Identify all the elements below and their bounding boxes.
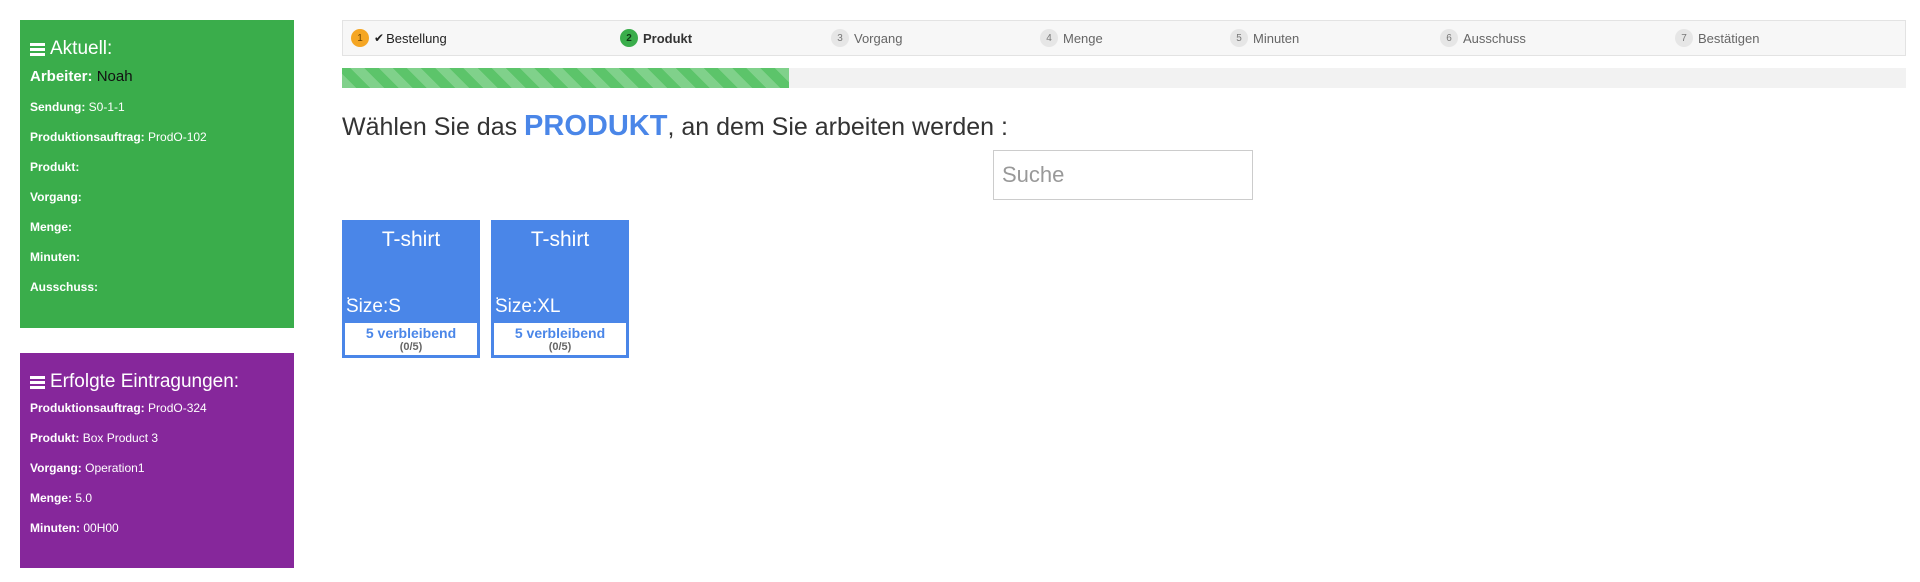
row-label: Minuten: bbox=[30, 521, 80, 535]
current-row-menge: Menge: bbox=[30, 220, 284, 234]
remaining-box: 5 verbleibend (0/5) bbox=[494, 323, 626, 355]
row-value: ProdO-102 bbox=[148, 130, 207, 144]
done-row-minuten: Minuten: 00H00 bbox=[30, 521, 284, 535]
current-row-vorgang: Vorgang: bbox=[30, 190, 284, 204]
heading-text-after: , an dem Sie arbeiten werden : bbox=[667, 113, 1008, 141]
heading-emphasis: PRODUKT bbox=[524, 110, 668, 142]
product-card-tshirt-s[interactable]: T-shirt . Size:S 5 verbleibend (0/5) bbox=[342, 220, 480, 358]
step-label: Ausschuss bbox=[1463, 30, 1526, 46]
row-label: Produkt: bbox=[30, 160, 80, 174]
step-label: Vorgang bbox=[854, 30, 903, 46]
current-row-produkt: Produkt: bbox=[30, 160, 284, 174]
step-bestellung[interactable]: 1 ✔ Bestellung bbox=[351, 29, 447, 47]
row-label: Minuten: bbox=[30, 250, 80, 264]
product-card-tshirt-xl[interactable]: T-shirt . Size:XL 5 verbleibend (0/5) bbox=[491, 220, 629, 358]
done-title-text: Erfolgte Eintragungen: bbox=[50, 371, 240, 392]
page-heading: Wählen Sie das PRODUKT, an dem Sie arbei… bbox=[342, 110, 1008, 143]
check-icon: ✔ bbox=[374, 31, 385, 45]
progress-bar-fill bbox=[342, 68, 790, 88]
product-name: T-shirt bbox=[381, 228, 441, 251]
row-label: Produkt: bbox=[30, 431, 80, 445]
step-number-badge: 3 bbox=[831, 29, 849, 47]
step-number-badge: 1 bbox=[351, 29, 369, 47]
menu-icon bbox=[30, 375, 45, 389]
step-number-badge: 6 bbox=[1440, 29, 1458, 47]
step-minuten[interactable]: 5 Minuten bbox=[1230, 29, 1299, 47]
row-value: S0-1-1 bbox=[88, 100, 125, 114]
step-produkt[interactable]: 2 Produkt bbox=[620, 29, 692, 47]
done-row-menge: Menge: 5.0 bbox=[30, 491, 284, 505]
current-panel-title: Aktuell: bbox=[30, 38, 284, 60]
remaining-count: 5 verbleibend bbox=[365, 325, 457, 341]
remaining-box: 5 verbleibend (0/5) bbox=[345, 323, 477, 355]
worker-line: Arbeiter: Noah bbox=[30, 68, 284, 86]
row-label: Produktionsauftrag: bbox=[30, 130, 145, 144]
current-row-ausschuss: Ausschuss: bbox=[30, 280, 284, 294]
row-value: 5.0 bbox=[75, 491, 93, 505]
step-number-badge: 2 bbox=[620, 29, 638, 47]
row-label: Sendung: bbox=[30, 100, 86, 114]
wizard-stepper: 1 ✔ Bestellung 2 Produkt 3 Vorgang 4 Men… bbox=[342, 20, 1906, 56]
remaining-count: 5 verbleibend bbox=[514, 325, 606, 341]
current-row-produktionsauftrag: Produktionsauftrag: ProdO-102 bbox=[30, 130, 284, 144]
current-panel: Aktuell: Arbeiter: Noah Sendung: S0-1-1 … bbox=[20, 20, 294, 328]
row-label: Menge: bbox=[30, 220, 72, 234]
remaining-ratio: (0/5) bbox=[548, 341, 572, 353]
row-value: Box Product 3 bbox=[82, 431, 159, 445]
step-label: Menge bbox=[1063, 30, 1103, 46]
remaining-ratio: (0/5) bbox=[399, 341, 423, 353]
done-row-produkt: Produkt: Box Product 3 bbox=[30, 431, 284, 445]
row-label: Produktionsauftrag: bbox=[30, 401, 145, 415]
done-row-produktionsauftrag: Produktionsauftrag: ProdO-324 bbox=[30, 401, 284, 415]
progress-bar bbox=[342, 68, 1906, 88]
current-row-minuten: Minuten: bbox=[30, 250, 284, 264]
step-number-badge: 4 bbox=[1040, 29, 1058, 47]
step-vorgang[interactable]: 3 Vorgang bbox=[831, 29, 902, 47]
done-entries-panel: Erfolgte Eintragungen: Produktionsauftra… bbox=[20, 353, 294, 568]
row-label: Vorgang: bbox=[30, 461, 82, 475]
product-name: T-shirt bbox=[530, 228, 590, 251]
row-label: Ausschuss: bbox=[30, 280, 99, 294]
step-bestaetigen[interactable]: 7 Bestätigen bbox=[1675, 29, 1759, 47]
step-label: Bestellung bbox=[386, 30, 447, 46]
search-input[interactable] bbox=[993, 150, 1253, 200]
step-menge[interactable]: 4 Menge bbox=[1040, 29, 1103, 47]
menu-icon bbox=[30, 42, 45, 56]
row-label: Menge: bbox=[30, 491, 72, 505]
worker-label: Arbeiter: bbox=[30, 68, 93, 85]
product-variant: Size:S bbox=[346, 296, 401, 317]
done-panel-title: Erfolgte Eintragungen: bbox=[30, 371, 284, 393]
row-value: Operation1 bbox=[85, 461, 145, 475]
heading-text-before: Wählen Sie das bbox=[342, 113, 525, 141]
product-variant: Size:XL bbox=[495, 296, 561, 317]
step-label: Bestätigen bbox=[1698, 30, 1760, 46]
worker-value: Noah bbox=[96, 68, 133, 85]
row-label: Vorgang: bbox=[30, 190, 82, 204]
step-ausschuss[interactable]: 6 Ausschuss bbox=[1440, 29, 1526, 47]
step-number-badge: 5 bbox=[1230, 29, 1248, 47]
current-row-sendung: Sendung: S0-1-1 bbox=[30, 100, 284, 114]
step-label: Produkt bbox=[643, 30, 693, 46]
done-row-vorgang: Vorgang: Operation1 bbox=[30, 461, 284, 475]
row-value: ProdO-324 bbox=[148, 401, 207, 415]
current-title-text: Aktuell: bbox=[50, 38, 113, 59]
step-number-badge: 7 bbox=[1675, 29, 1693, 47]
step-label: Minuten bbox=[1253, 30, 1300, 46]
row-value: 00H00 bbox=[83, 521, 119, 535]
